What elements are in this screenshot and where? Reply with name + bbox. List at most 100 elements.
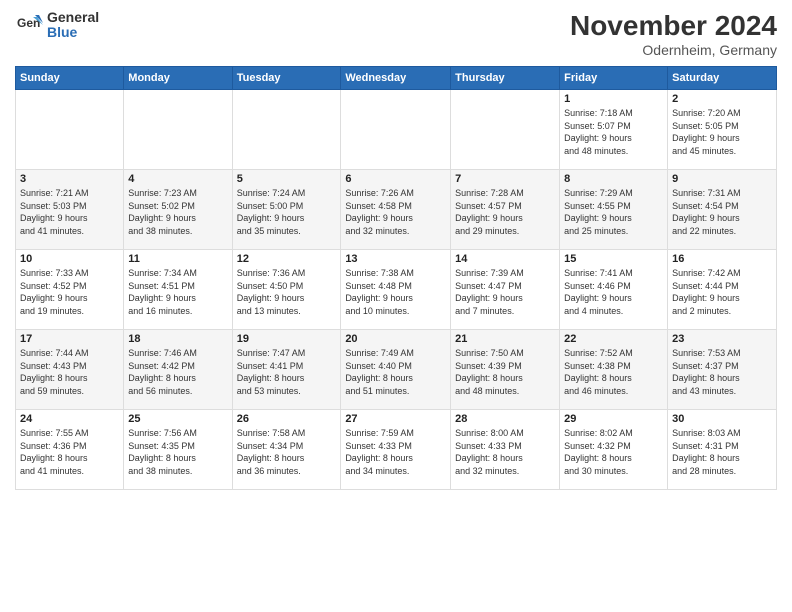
calendar-cell: 26Sunrise: 7:58 AM Sunset: 4:34 PM Dayli…: [232, 410, 341, 490]
day-info: Sunrise: 7:49 AM Sunset: 4:40 PM Dayligh…: [345, 347, 446, 397]
day-info: Sunrise: 7:24 AM Sunset: 5:00 PM Dayligh…: [237, 187, 337, 237]
day-number: 18: [128, 333, 227, 345]
calendar-cell: 2 Sunrise: 7:20 AM Sunset: 5:05 PM Daylig…: [668, 90, 777, 170]
day-info: Sunrise: 8:00 AM Sunset: 4:33 PM Dayligh…: [455, 427, 555, 477]
calendar-cell: 25 Sunrise: 7:56 AM Sunset: 4:35 PM Dayli…: [124, 410, 232, 490]
calendar-week-row-1: 1 Sunrise: 7:18 AM Sunset: 5:07 PM Daylig…: [16, 90, 777, 170]
logo-blue-text: Blue: [47, 25, 99, 40]
day-info: Sunrise: 7:41 AM Sunset: 4:46 PM Dayligh…: [564, 267, 663, 317]
calendar-cell: 30 Sunrise: 8:03 AM Sunset: 4:31 PM Dayli…: [668, 410, 777, 490]
calendar-cell: 1 Sunrise: 7:18 AM Sunset: 5:07 PM Daylig…: [560, 90, 668, 170]
day-number: 16: [672, 253, 772, 265]
calendar-cell: 20Sunrise: 7:49 AM Sunset: 4:40 PM Dayli…: [341, 330, 451, 410]
day-number: 6: [345, 173, 446, 185]
day-number: 29: [564, 413, 663, 425]
calendar-cell: 23 Sunrise: 7:53 AM Sunset: 4:37 PM Dayli…: [668, 330, 777, 410]
header-sunday: Sunday: [16, 67, 124, 90]
day-info: Sunrise: 7:39 AM Sunset: 4:47 PM Dayligh…: [455, 267, 555, 317]
day-number: 24: [20, 413, 119, 425]
calendar-table: Sunday Monday Tuesday Wednesday Thursday…: [15, 66, 777, 490]
calendar-cell: 5 Sunrise: 7:24 AM Sunset: 5:00 PM Daylig…: [232, 170, 341, 250]
header-thursday: Thursday: [451, 67, 560, 90]
logo-icon: Gen: [15, 11, 43, 39]
month-title: November 2024: [570, 10, 777, 42]
page: Gen General Blue November 2024 Odernheim…: [0, 0, 792, 612]
day-info: Sunrise: 7:20 AM Sunset: 5:05 PM Dayligh…: [672, 107, 772, 157]
day-info: Sunrise: 7:29 AM Sunset: 4:55 PM Dayligh…: [564, 187, 663, 237]
day-number: 27: [345, 413, 446, 425]
day-number: 11: [128, 253, 227, 265]
day-number: 13: [345, 253, 446, 265]
location-subtitle: Odernheim, Germany: [570, 42, 777, 58]
day-number: 21: [455, 333, 555, 345]
day-info: Sunrise: 7:56 AM Sunset: 4:35 PM Dayligh…: [128, 427, 227, 477]
calendar-cell: 4Sunrise: 7:23 AM Sunset: 5:02 PM Daylig…: [124, 170, 232, 250]
calendar-cell: 7 Sunrise: 7:28 AM Sunset: 4:57 PM Daylig…: [451, 170, 560, 250]
day-info: Sunrise: 7:31 AM Sunset: 4:54 PM Dayligh…: [672, 187, 772, 237]
title-section: November 2024 Odernheim, Germany: [570, 10, 777, 58]
calendar-cell: 10Sunrise: 7:33 AM Sunset: 4:52 PM Dayli…: [16, 250, 124, 330]
day-number: 7: [455, 173, 555, 185]
calendar-cell: [451, 90, 560, 170]
day-info: Sunrise: 7:53 AM Sunset: 4:37 PM Dayligh…: [672, 347, 772, 397]
calendar-week-row-2: 3Sunrise: 7:21 AM Sunset: 5:03 PM Daylig…: [16, 170, 777, 250]
logo-general-text: General: [47, 10, 99, 25]
logo: Gen General Blue: [15, 10, 99, 41]
day-number: 1: [564, 93, 663, 105]
header-friday: Friday: [560, 67, 668, 90]
day-number: 23: [672, 333, 772, 345]
day-number: 8: [564, 173, 663, 185]
day-number: 9: [672, 173, 772, 185]
day-info: Sunrise: 7:34 AM Sunset: 4:51 PM Dayligh…: [128, 267, 227, 317]
header-tuesday: Tuesday: [232, 67, 341, 90]
header-wednesday: Wednesday: [341, 67, 451, 90]
calendar-cell: [16, 90, 124, 170]
day-info: Sunrise: 7:59 AM Sunset: 4:33 PM Dayligh…: [345, 427, 446, 477]
day-number: 30: [672, 413, 772, 425]
calendar-cell: [341, 90, 451, 170]
day-number: 26: [237, 413, 337, 425]
day-info: Sunrise: 7:42 AM Sunset: 4:44 PM Dayligh…: [672, 267, 772, 317]
day-number: 17: [20, 333, 119, 345]
day-number: 15: [564, 253, 663, 265]
logo-text: General Blue: [47, 10, 99, 41]
calendar-cell: 29 Sunrise: 8:02 AM Sunset: 4:32 PM Dayli…: [560, 410, 668, 490]
calendar-week-row-4: 17 Sunrise: 7:44 AM Sunset: 4:43 PM Dayli…: [16, 330, 777, 410]
header: Gen General Blue November 2024 Odernheim…: [15, 10, 777, 58]
calendar-week-row-5: 24Sunrise: 7:55 AM Sunset: 4:36 PM Dayli…: [16, 410, 777, 490]
header-monday: Monday: [124, 67, 232, 90]
calendar-cell: 13Sunrise: 7:38 AM Sunset: 4:48 PM Dayli…: [341, 250, 451, 330]
calendar-cell: 21 Sunrise: 7:50 AM Sunset: 4:39 PM Dayli…: [451, 330, 560, 410]
calendar-cell: 11 Sunrise: 7:34 AM Sunset: 4:51 PM Dayli…: [124, 250, 232, 330]
day-number: 28: [455, 413, 555, 425]
calendar-cell: 24Sunrise: 7:55 AM Sunset: 4:36 PM Dayli…: [16, 410, 124, 490]
calendar-cell: 12Sunrise: 7:36 AM Sunset: 4:50 PM Dayli…: [232, 250, 341, 330]
day-info: Sunrise: 7:46 AM Sunset: 4:42 PM Dayligh…: [128, 347, 227, 397]
calendar-cell: 17 Sunrise: 7:44 AM Sunset: 4:43 PM Dayli…: [16, 330, 124, 410]
day-info: Sunrise: 7:50 AM Sunset: 4:39 PM Dayligh…: [455, 347, 555, 397]
calendar-cell: 22 Sunrise: 7:52 AM Sunset: 4:38 PM Dayli…: [560, 330, 668, 410]
calendar-cell: 16 Sunrise: 7:42 AM Sunset: 4:44 PM Dayli…: [668, 250, 777, 330]
calendar-cell: 6Sunrise: 7:26 AM Sunset: 4:58 PM Daylig…: [341, 170, 451, 250]
day-info: Sunrise: 7:21 AM Sunset: 5:03 PM Dayligh…: [20, 187, 119, 237]
day-number: 2: [672, 93, 772, 105]
day-info: Sunrise: 8:03 AM Sunset: 4:31 PM Dayligh…: [672, 427, 772, 477]
day-number: 14: [455, 253, 555, 265]
day-info: Sunrise: 7:52 AM Sunset: 4:38 PM Dayligh…: [564, 347, 663, 397]
day-number: 19: [237, 333, 337, 345]
day-number: 5: [237, 173, 337, 185]
calendar-cell: 28 Sunrise: 8:00 AM Sunset: 4:33 PM Dayli…: [451, 410, 560, 490]
day-number: 25: [128, 413, 227, 425]
day-info: Sunrise: 7:47 AM Sunset: 4:41 PM Dayligh…: [237, 347, 337, 397]
day-number: 22: [564, 333, 663, 345]
day-info: Sunrise: 8:02 AM Sunset: 4:32 PM Dayligh…: [564, 427, 663, 477]
day-info: Sunrise: 7:18 AM Sunset: 5:07 PM Dayligh…: [564, 107, 663, 157]
header-saturday: Saturday: [668, 67, 777, 90]
calendar-cell: 18 Sunrise: 7:46 AM Sunset: 4:42 PM Dayli…: [124, 330, 232, 410]
day-info: Sunrise: 7:44 AM Sunset: 4:43 PM Dayligh…: [20, 347, 119, 397]
calendar-cell: [232, 90, 341, 170]
calendar-cell: 3Sunrise: 7:21 AM Sunset: 5:03 PM Daylig…: [16, 170, 124, 250]
day-info: Sunrise: 7:28 AM Sunset: 4:57 PM Dayligh…: [455, 187, 555, 237]
day-number: 10: [20, 253, 119, 265]
calendar-cell: 14 Sunrise: 7:39 AM Sunset: 4:47 PM Dayli…: [451, 250, 560, 330]
